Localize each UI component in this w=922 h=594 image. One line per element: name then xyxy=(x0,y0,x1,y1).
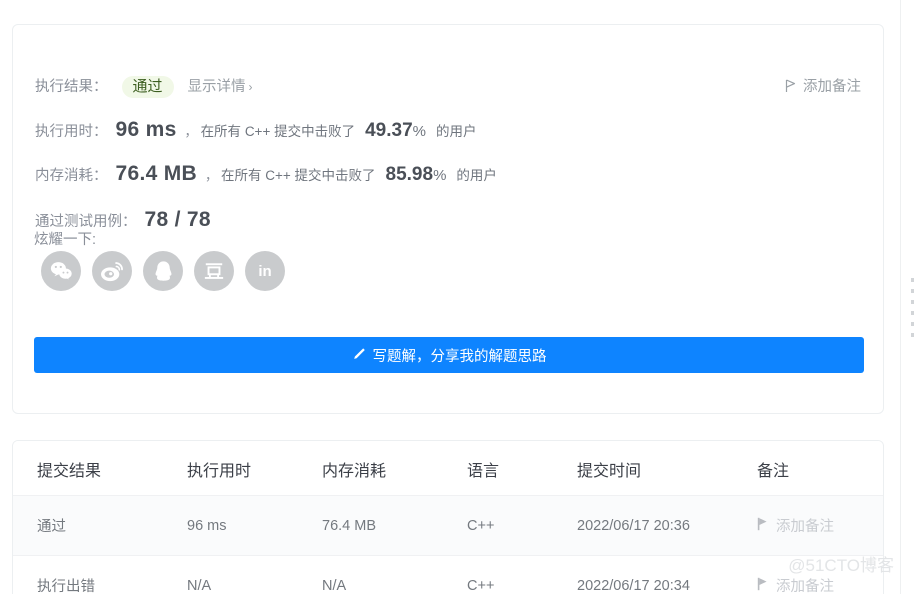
cell-time: 2022/06/17 20:34 xyxy=(577,555,757,594)
wechat-share-button[interactable] xyxy=(41,251,81,291)
weibo-icon xyxy=(101,261,123,281)
linkedin-share-button[interactable]: in xyxy=(245,251,285,291)
runtime-percent-sign: % xyxy=(412,123,426,140)
show-detail-link[interactable]: 显示详情 › xyxy=(188,75,253,96)
runtime-value: 96 ms xyxy=(115,118,177,141)
column-header-result: 提交结果 xyxy=(13,441,187,496)
flag-icon xyxy=(757,577,769,594)
cell-note[interactable]: 添加备注 xyxy=(757,495,883,556)
column-header-memory: 内存消耗 xyxy=(322,441,467,496)
grip-dot xyxy=(911,333,914,337)
grip-dot xyxy=(911,311,914,315)
table-header-row: 提交结果 执行用时 内存消耗 语言 提交时间 备注 xyxy=(13,441,883,496)
runtime-row: 执行用时： 96 ms ， 在所有 C++ 提交中击败了 49.37% 的用户 xyxy=(35,118,476,142)
cell-language: C++ xyxy=(467,495,577,556)
table-body: 通过 96 ms 76.4 MB C++ 2022/06/17 20:36 添加… xyxy=(13,495,883,594)
memory-percentile: 85.98 xyxy=(385,164,434,185)
weibo-share-button[interactable] xyxy=(92,251,132,291)
memory-row: 内存消耗： 76.4 MB ， 在所有 C++ 提交中击败了 85.98% 的用… xyxy=(35,162,497,186)
show-detail-label: 显示详情 xyxy=(187,79,246,95)
runtime-description: 在所有 C++ 提交中击败了 xyxy=(200,124,356,139)
execution-result-row: 执行结果： 通过 显示详情 › xyxy=(35,75,253,98)
linkedin-label: in xyxy=(258,262,272,280)
write-solution-button[interactable]: 写题解，分享我的解题思路 xyxy=(34,337,864,373)
cell-memory: 76.4 MB xyxy=(322,495,467,556)
cell-time: 2022/06/17 20:36 xyxy=(577,495,757,556)
cell-status[interactable]: 通过 xyxy=(13,495,187,556)
qq-icon xyxy=(155,261,171,281)
submissions-table-card: 提交结果 执行用时 内存消耗 语言 提交时间 备注 通过 96 ms 76.4 … xyxy=(12,440,884,594)
qq-share-button[interactable] xyxy=(143,251,183,291)
cell-language: C++ xyxy=(467,555,577,594)
execution-result-label: 执行结果： xyxy=(35,79,108,95)
wechat-icon xyxy=(50,262,72,280)
add-note-button-top[interactable]: 添加备注 xyxy=(785,75,861,96)
table-row[interactable]: 执行出错 N/A N/A C++ 2022/06/17 20:34 添加备注 xyxy=(13,555,883,594)
add-note-button-row[interactable]: 添加备注 xyxy=(757,515,883,536)
runtime-percentile: 49.37 xyxy=(365,120,413,141)
column-header-runtime: 执行用时 xyxy=(187,441,322,496)
submission-result-page: 执行结果： 通过 显示详情 › 添加备注 执行用时： 96 ms ， 在所有 C+… xyxy=(0,0,922,594)
grip-dot xyxy=(911,300,914,304)
scrollbar-grip-dots xyxy=(911,278,914,337)
memory-value: 76.4 MB xyxy=(115,162,197,185)
cell-runtime: N/A xyxy=(187,555,322,594)
result-card: 执行结果： 通过 显示详情 › 添加备注 执行用时： 96 ms ， 在所有 C+… xyxy=(12,24,884,414)
flag-icon xyxy=(757,517,769,535)
chevron-right-icon: › xyxy=(248,80,253,94)
table-header: 提交结果 执行用时 内存消耗 语言 提交时间 备注 xyxy=(13,441,883,496)
add-note-label-row: 添加备注 xyxy=(776,519,834,535)
grip-dot xyxy=(911,322,914,326)
grip-dot xyxy=(911,278,914,282)
add-note-label-row: 添加备注 xyxy=(776,579,834,594)
page-scrollbar[interactable] xyxy=(900,0,922,594)
column-header-language: 语言 xyxy=(467,441,577,496)
grip-dot xyxy=(911,289,914,293)
memory-suffix: 的用户 xyxy=(456,168,497,183)
cell-status[interactable]: 执行出错 xyxy=(13,555,187,594)
memory-description: 在所有 C++ 提交中击败了 xyxy=(220,168,376,183)
column-header-note: 备注 xyxy=(757,441,883,496)
status-badge: 通过 xyxy=(121,76,174,98)
share-label: 炫耀一下: xyxy=(34,232,97,248)
runtime-comma: ， xyxy=(184,124,198,139)
memory-percent-sign: % xyxy=(433,167,447,184)
runtime-label: 执行用时： xyxy=(35,124,108,140)
douban-share-button[interactable] xyxy=(194,251,234,291)
douban-icon xyxy=(204,262,224,279)
cell-runtime: 96 ms xyxy=(187,495,322,556)
add-note-button-row[interactable]: 添加备注 xyxy=(757,575,883,594)
memory-label: 内存消耗： xyxy=(35,168,108,184)
social-share-row: in xyxy=(41,251,285,291)
column-header-time: 提交时间 xyxy=(577,441,757,496)
submissions-table: 提交结果 执行用时 内存消耗 语言 提交时间 备注 通过 96 ms 76.4 … xyxy=(13,441,883,594)
write-solution-label: 写题解，分享我的解题思路 xyxy=(372,348,547,365)
testcases-value: 78 / 78 xyxy=(144,208,211,231)
cell-note[interactable]: 添加备注 xyxy=(757,555,883,594)
runtime-suffix: 的用户 xyxy=(435,124,477,139)
pencil-icon xyxy=(352,347,366,365)
table-row[interactable]: 通过 96 ms 76.4 MB C++ 2022/06/17 20:36 添加… xyxy=(13,495,883,556)
memory-comma: ， xyxy=(204,168,218,183)
flag-icon xyxy=(785,78,796,92)
cell-memory: N/A xyxy=(322,555,467,594)
add-note-label-top: 添加备注 xyxy=(803,79,861,95)
